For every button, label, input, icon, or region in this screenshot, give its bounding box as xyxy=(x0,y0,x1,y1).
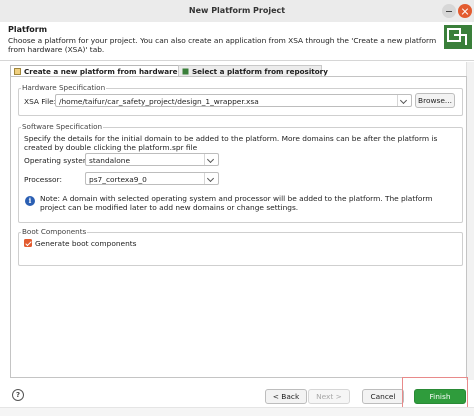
repository-icon xyxy=(182,68,189,75)
browse-button[interactable]: Browse... xyxy=(415,93,455,108)
os-value: standalone xyxy=(89,156,130,165)
back-button[interactable]: < Back xyxy=(265,389,307,404)
processor-select[interactable]: ps7_cortexa9_0 xyxy=(85,172,219,185)
page-title: Platform xyxy=(8,25,48,34)
finish-highlight-box xyxy=(402,377,468,408)
xsa-file-label: XSA File: xyxy=(24,97,57,106)
xsa-file-combo[interactable]: /home/taifur/car_safety_project/design_1… xyxy=(55,94,412,107)
generate-boot-components-checkbox[interactable] xyxy=(24,239,32,247)
tab-label: Create a new platform from hardware (XSA… xyxy=(24,67,203,76)
page-description: Choose a platform for your project. You … xyxy=(8,36,437,54)
chevron-down-icon[interactable] xyxy=(397,95,410,106)
help-icon[interactable]: ? xyxy=(12,389,24,401)
group-title: Hardware Specification xyxy=(21,83,107,92)
platform-logo-icon xyxy=(444,25,472,49)
cancel-button[interactable]: Cancel xyxy=(362,389,404,404)
generate-boot-components-label[interactable]: Generate boot components xyxy=(35,239,137,248)
window-title: New Platform Project xyxy=(188,6,286,15)
processor-label: Processor: xyxy=(24,175,62,184)
os-label: Operating system: xyxy=(24,156,93,165)
note-text: Note: A domain with selected operating s… xyxy=(40,194,433,212)
xsa-file-value: /home/taifur/car_safety_project/design_1… xyxy=(59,97,259,106)
boot-components-group: Boot Components xyxy=(18,227,463,266)
close-icon[interactable] xyxy=(458,4,472,18)
wizard-banner: Platform Choose a platform for your proj… xyxy=(0,22,474,61)
processor-value: ps7_cortexa9_0 xyxy=(89,175,147,184)
group-title: Software Specification xyxy=(21,122,104,131)
window-titlebar: New Platform Project xyxy=(0,0,474,23)
os-select[interactable]: standalone xyxy=(85,153,219,166)
chevron-down-icon[interactable] xyxy=(204,173,217,184)
software-description: Specify the details for the initial doma… xyxy=(24,134,438,152)
xsa-file-icon xyxy=(14,68,21,75)
minimize-icon[interactable] xyxy=(442,4,456,18)
group-title: Boot Components xyxy=(21,227,88,236)
next-button[interactable]: Next > xyxy=(308,389,350,404)
info-icon: i xyxy=(25,196,35,206)
chevron-down-icon[interactable] xyxy=(204,154,217,165)
side-scroll-strip xyxy=(466,62,474,380)
tab-label: Select a platform from repository xyxy=(192,67,328,76)
